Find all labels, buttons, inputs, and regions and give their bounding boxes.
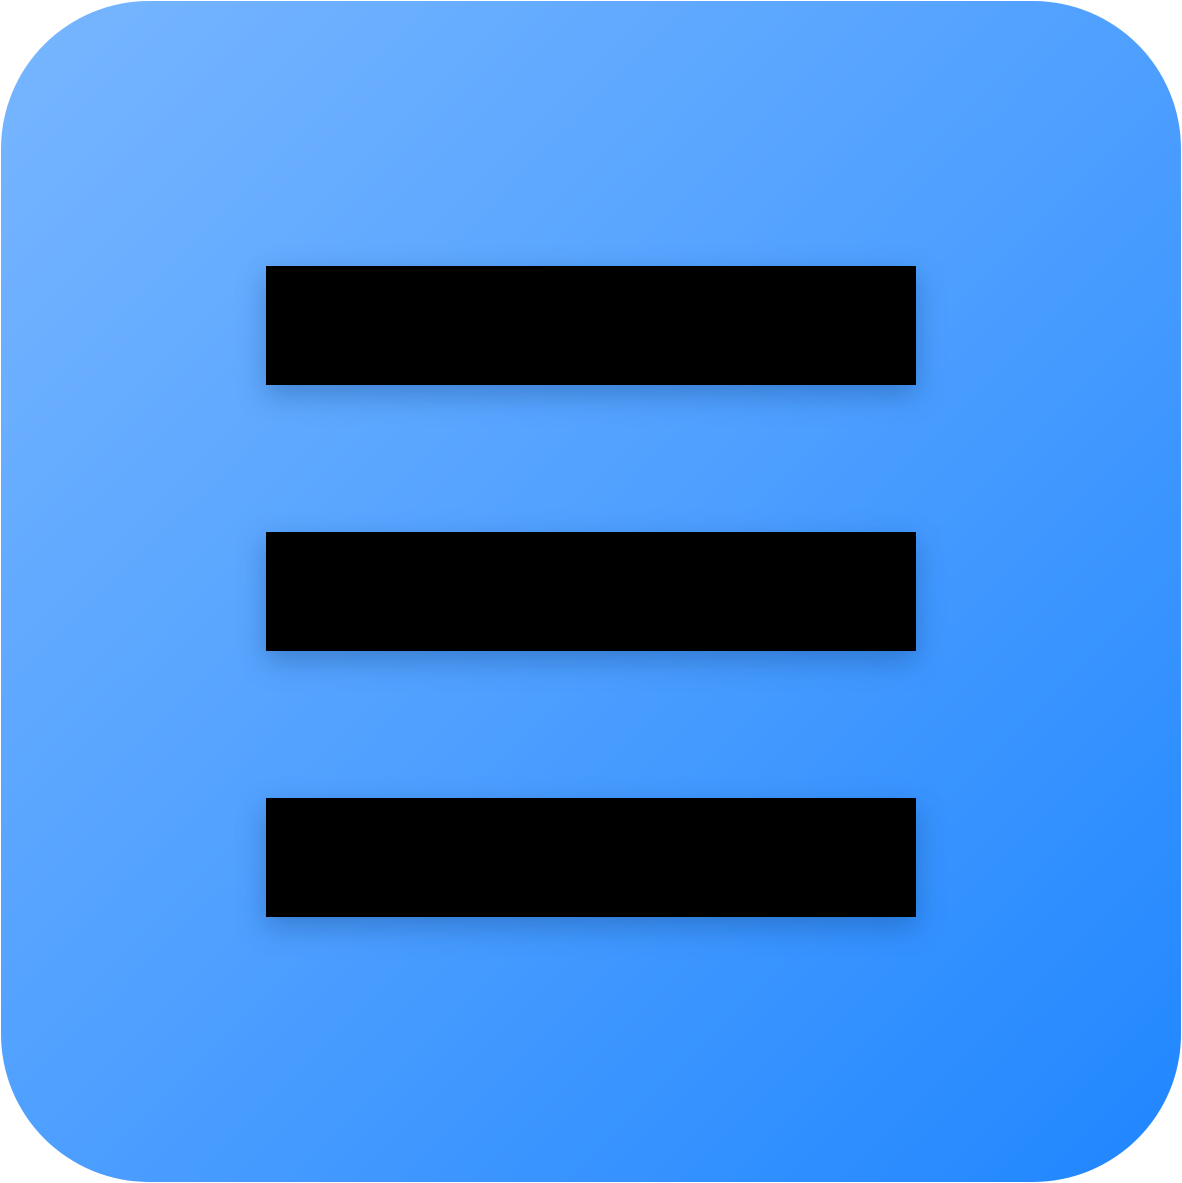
menu-bar-bottom (266, 798, 916, 917)
menu-bar-middle (266, 532, 916, 651)
menu-bar-top (266, 266, 916, 385)
hamburger-menu-icon[interactable] (1, 1, 1181, 1182)
